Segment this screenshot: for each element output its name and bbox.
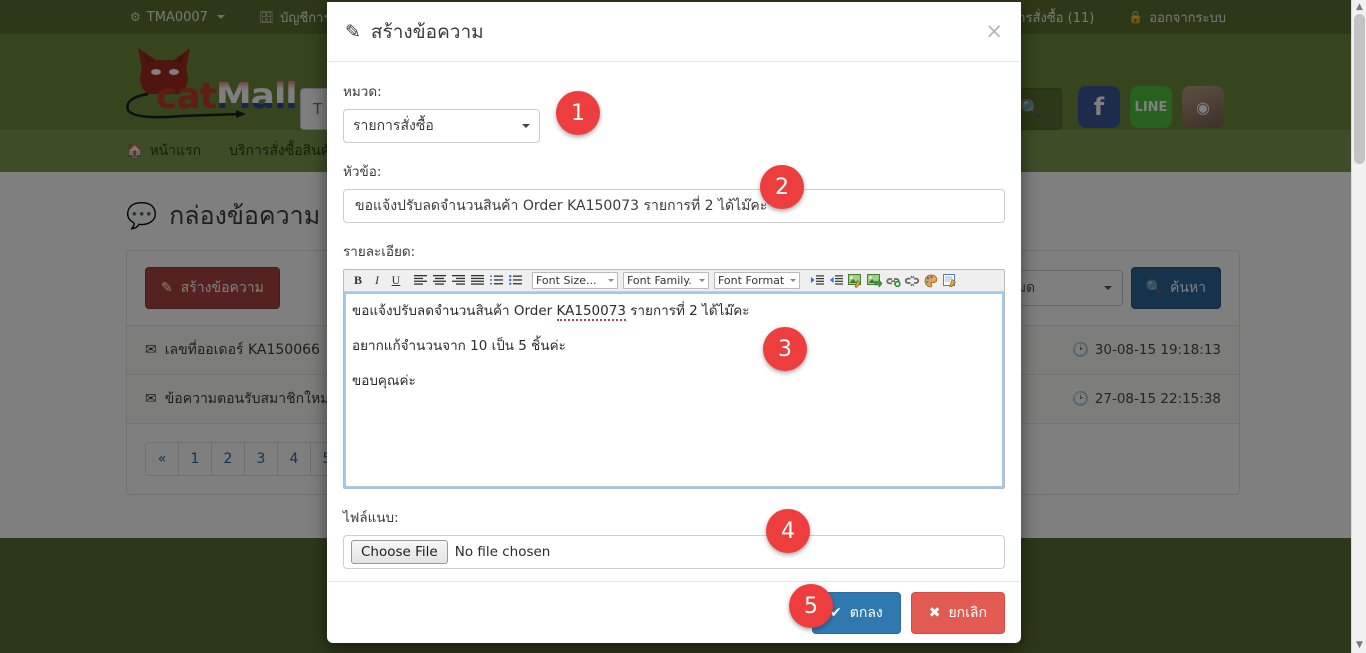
font-format-select[interactable]: Font Format	[714, 272, 800, 289]
cancel-button-label: ยกเลิก	[948, 604, 987, 621]
indent-icon[interactable]	[827, 272, 845, 290]
step-badge-5: 5	[789, 584, 833, 628]
outdent-icon[interactable]	[808, 272, 826, 290]
editor-content-area[interactable]: ขอแจ้งปรับลดจำนวนสินค้า Order KA150073 ร…	[344, 292, 1004, 488]
step-badge-3: 3	[763, 327, 807, 371]
create-message-modal: ✎ สร้างข้อความ × หมวด: รายการสั่งซื้อ หั…	[327, 2, 1021, 643]
ordered-list-icon[interactable]	[487, 272, 505, 290]
step-badge-4: 4	[766, 509, 810, 553]
category-select[interactable]: รายการสั่งซื้อ	[343, 109, 540, 143]
palette-icon[interactable]	[922, 272, 940, 290]
close-icon[interactable]: ×	[985, 21, 1003, 42]
page-scrollbar[interactable]: ▲ ▼	[1351, 0, 1366, 653]
font-family-select[interactable]: Font Family.	[623, 272, 709, 289]
italic-button[interactable]: I	[368, 272, 386, 290]
confirm-button-label: ตกลง	[849, 604, 883, 621]
subject-label: หัวข้อ:	[343, 164, 382, 180]
scrollbar-thumb[interactable]	[1354, 14, 1365, 164]
editor-line-1-prefix: ขอแจ้งปรับลดจำนวนสินค้า Order	[352, 303, 557, 319]
editor-line-1-spellerror: KA150073	[556, 303, 626, 321]
editor-line-2: อยากแก้จำนวนจาก 10 เป็น 5 ชิ้นค่ะ	[352, 338, 566, 355]
chevron-down-icon	[522, 124, 530, 128]
chevron-down-icon	[608, 279, 614, 282]
image-insert-icon[interactable]	[865, 272, 883, 290]
image-edit-icon[interactable]	[846, 272, 864, 290]
times-circle-icon: ✖	[928, 604, 941, 621]
modal-header: ✎ สร้างข้อความ ×	[327, 2, 1021, 62]
scroll-down-icon[interactable]: ▼	[1352, 638, 1366, 653]
choose-file-button[interactable]: Choose File	[351, 540, 448, 564]
subject-input[interactable]	[343, 189, 1005, 223]
unordered-list-icon[interactable]	[506, 272, 524, 290]
font-format-label: Font Format	[718, 274, 785, 287]
step-badge-1: 1	[556, 91, 600, 135]
detail-label: รายละเอียด:	[343, 244, 416, 260]
file-upload-row[interactable]: Choose File No file chosen	[343, 535, 1005, 569]
editor-line-1: ขอแจ้งปรับลดจำนวนสินค้า Order KA150073 ร…	[352, 302, 996, 321]
pencil-icon: ✎	[345, 20, 361, 43]
step-badge-2: 2	[760, 165, 804, 209]
font-family-label: Font Family.	[627, 274, 692, 287]
font-size-label: Font Size...	[536, 274, 597, 287]
editor-line-1-suffix: รายการที่ 2 ได้ไม๊คะ	[625, 303, 750, 319]
modal-body: หมวด: รายการสั่งซื้อ หัวข้อ: รายละเอียด:…	[327, 62, 1021, 581]
cancel-button[interactable]: ✖ ยกเลิก	[910, 591, 1005, 634]
align-left-icon[interactable]	[411, 272, 429, 290]
align-right-icon[interactable]	[449, 272, 467, 290]
chevron-down-icon	[790, 279, 796, 282]
category-label: หมวด:	[343, 84, 382, 100]
file-status-text: No file chosen	[454, 544, 551, 560]
category-select-value: รายการสั่งซื้อ	[353, 118, 434, 134]
align-justify-icon[interactable]	[468, 272, 486, 290]
chevron-down-icon	[699, 279, 705, 282]
align-center-icon[interactable]	[430, 272, 448, 290]
modal-footer: ✔ ตกลง ✖ ยกเลิก	[327, 581, 1021, 643]
source-edit-icon[interactable]	[941, 272, 959, 290]
link-icon[interactable]	[884, 272, 902, 290]
modal-title: ✎ สร้างข้อความ	[345, 17, 484, 47]
underline-button[interactable]: U	[387, 272, 405, 290]
editor-line-3: ขอบคุณค่ะ	[352, 373, 416, 390]
editor-toolbar: B I U Font Size... Font Family. Font For…	[344, 270, 1004, 292]
modal-title-text: สร้างข้อความ	[370, 20, 484, 43]
scroll-up-icon[interactable]: ▲	[1352, 0, 1366, 15]
attachment-label: ไฟล์แนบ:	[343, 510, 399, 526]
rich-text-editor: B I U Font Size... Font Family. Font For…	[343, 269, 1005, 489]
bold-button[interactable]: B	[349, 272, 367, 290]
unlink-icon[interactable]	[903, 272, 921, 290]
font-size-select[interactable]: Font Size...	[532, 272, 618, 289]
